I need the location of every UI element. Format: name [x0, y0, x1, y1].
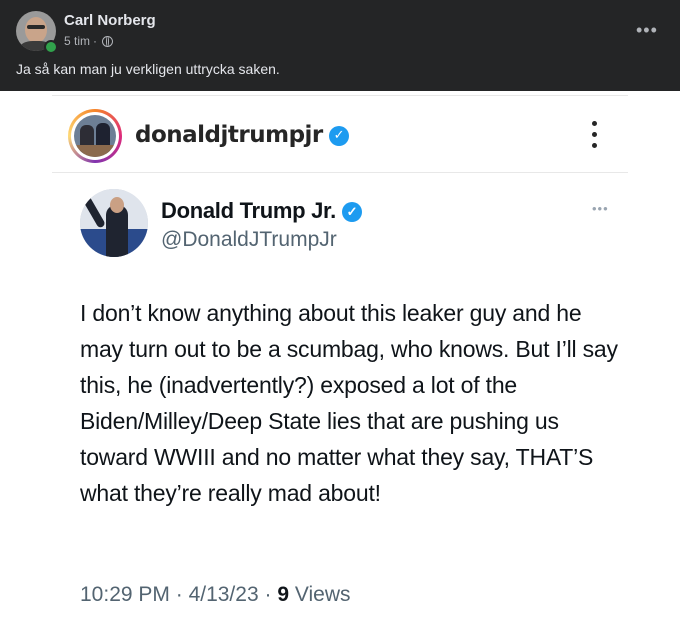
facebook-post-header: Carl Norberg 5 tim · ••• Ja så kan man j… — [0, 0, 680, 91]
shared-image[interactable]: donaldjtrumpjr ✓ Donald Trump Jr. ✓ @Donal… — [52, 95, 628, 635]
instagram-username: donaldjtrumpjr ✓ — [135, 122, 349, 148]
online-status-indicator — [44, 40, 58, 54]
post-meta: 5 tim · — [64, 34, 114, 48]
tweet-time: 10:29 PM — [80, 583, 170, 606]
verified-badge-icon: ✓ — [341, 202, 362, 223]
tweet-views-count: 9 — [277, 583, 289, 606]
divider — [52, 172, 628, 173]
tweet-views-label: Views — [294, 583, 351, 606]
tweet-footer: 10:29 PM · 4/13/23 · 9 Views — [80, 583, 351, 606]
tweet-avatar — [80, 189, 148, 257]
tweet-more-icon: ••• — [592, 201, 609, 216]
author-name[interactable]: Carl Norberg — [64, 12, 156, 29]
verified-badge-icon: ✓ — [328, 125, 349, 146]
kebab-menu-icon — [588, 119, 600, 153]
tweet-date: 4/13/23 — [188, 583, 259, 606]
instagram-avatar — [68, 109, 122, 163]
more-options-icon[interactable]: ••• — [636, 20, 658, 41]
tweet-handle: @DonaldJTrumpJr — [161, 228, 337, 251]
divider — [52, 95, 628, 96]
instagram-username-text: donaldjtrumpjr — [135, 122, 323, 148]
tweet-text: I don’t know anything about this leaker … — [80, 300, 618, 506]
tweet-display-name: Donald Trump Jr. ✓ — [161, 198, 362, 224]
post-time[interactable]: 5 tim — [64, 34, 90, 48]
tweet-display-name-text: Donald Trump Jr. — [161, 198, 336, 223]
meta-separator: · — [93, 34, 98, 48]
globe-icon[interactable] — [102, 35, 114, 47]
post-caption: Ja så kan man ju verkligen uttrycka sake… — [16, 61, 280, 77]
